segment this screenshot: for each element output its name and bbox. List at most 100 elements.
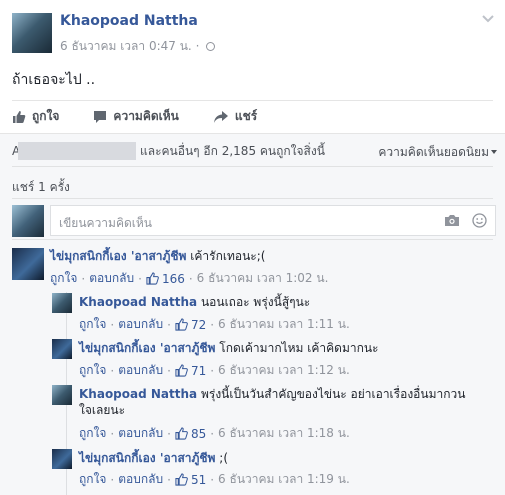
- comment-meta: ถูกใจ · ตอบกลับ · 71 · 6 ธันวาคม เวลา 1:…: [79, 361, 350, 380]
- post-author-name[interactable]: Khaopoad Nattha: [60, 13, 198, 29]
- post-action-bar: ถูกใจ ความคิดเห็น แชร์: [12, 100, 493, 132]
- comment-like-link[interactable]: ถูกใจ: [79, 315, 106, 334]
- comment-reply-link[interactable]: ตอบกลับ: [118, 361, 163, 380]
- like-label: ถูกใจ: [32, 109, 60, 123]
- comment-time[interactable]: 6 ธันวาคม เวลา 1:19 น.: [218, 470, 350, 489]
- comment-reply: ไข่มุกสนิกกี้เอง 'อาสาภู้ชีพ โกดเค้ามากไ…: [79, 340, 489, 356]
- comment-meta: ถูกใจ · ตอบกลับ · 85 · 6 ธันวาคม เวลา 1:…: [79, 424, 350, 443]
- comment-like-count[interactable]: 71: [191, 364, 206, 378]
- post-meta: 6 ธันวาคม เวลา 0:47 น. ·: [60, 37, 216, 56]
- emoji-icon[interactable]: [472, 213, 487, 228]
- comment-reply-link[interactable]: ตอบกลับ: [118, 424, 163, 443]
- comment-author[interactable]: Khaopoad Nattha: [79, 295, 197, 309]
- comment-reply-link[interactable]: ตอบกลับ: [118, 470, 163, 489]
- commenter-avatar[interactable]: [52, 339, 72, 359]
- divider: [12, 239, 493, 240]
- comment-author[interactable]: ไข่มุกสนิกกี้เอง 'อาสาภู้ชีพ: [79, 341, 215, 355]
- comment-like-count[interactable]: 72: [191, 318, 206, 332]
- comment-text: ;(: [219, 451, 229, 465]
- comment-author[interactable]: ไข่มุกสนิกกี้เอง 'อาสาภู้ชีพ: [79, 451, 215, 465]
- comment-reply-link[interactable]: ตอบกลับ: [89, 269, 134, 288]
- meta-dot: ·: [81, 271, 86, 286]
- feedback-section: A และคนอื่นๆ อีก 2,185 คนถูกใจสิ่งนี้ คว…: [0, 133, 505, 495]
- comment-like-link[interactable]: ถูกใจ: [79, 470, 106, 489]
- meta-dot: ·: [167, 317, 171, 332]
- meta-dot: ·: [110, 472, 115, 487]
- share-label: แชร์: [234, 109, 258, 123]
- commenter-avatar[interactable]: [52, 449, 72, 469]
- meta-separator: ·: [195, 39, 200, 53]
- divider: [12, 166, 493, 167]
- like-count-thumb-icon: [175, 427, 188, 440]
- comment-icon: [94, 110, 107, 123]
- sort-label: ความคิดเห็นยอดนิยม: [378, 145, 489, 159]
- meta-dot: ·: [188, 271, 193, 286]
- post-body-text: ถ้าเธอจะไป ..: [12, 72, 96, 88]
- caret-down-icon: [491, 150, 497, 154]
- comment-text: นอนเถอะ พรุ่งนี้สู้ๆนะ: [200, 295, 311, 309]
- meta-dot: ·: [167, 426, 171, 441]
- comment-text: เค้ารักเทอนะ;(: [190, 249, 266, 263]
- thumbs-up-icon: [13, 110, 26, 123]
- comment-text: โกดเค้ามากไหม เค้าคิดมากนะ: [219, 341, 379, 355]
- shares-count[interactable]: แชร์ 1 ครั้ง: [12, 178, 70, 197]
- meta-dot: ·: [167, 472, 171, 487]
- post-timestamp[interactable]: 6 ธันวาคม เวลา 0:47 น.: [60, 39, 192, 53]
- share-arrow-icon: [213, 110, 228, 123]
- commenter-avatar[interactable]: [52, 293, 72, 313]
- comment-button[interactable]: ความคิดเห็น: [93, 107, 179, 126]
- comment-label: ความคิดเห็น: [113, 109, 179, 123]
- comment-author[interactable]: ไข่มุกสนิกกี้เอง 'อาสาภู้ชีพ: [50, 249, 186, 263]
- like-count-thumb-icon: [175, 473, 188, 486]
- meta-dot: ·: [110, 426, 115, 441]
- share-button[interactable]: แชร์: [213, 107, 257, 126]
- meta-dot: ·: [110, 317, 115, 332]
- like-count-thumb-icon: [146, 272, 159, 285]
- comment-like-count[interactable]: 51: [191, 473, 206, 487]
- globe-icon[interactable]: [206, 42, 216, 51]
- comment-reply: ไข่มุกสนิกกี้เอง 'อาสาภู้ชีพ ;(: [79, 450, 489, 466]
- comment-reply: Khaopoad Nattha นอนเถอะ พรุ่งนี้สู้ๆนะ: [79, 294, 489, 310]
- comment-time[interactable]: 6 ธันวาคม เวลา 1:02 น.: [197, 269, 329, 288]
- chevron-down-icon[interactable]: [481, 14, 495, 24]
- meta-dot: ·: [210, 363, 215, 378]
- commenter-avatar[interactable]: [12, 248, 44, 280]
- comment-reply: Khaopoad Nattha พรุ่งนี้เป็นวันสำคัญของไ…: [79, 386, 474, 418]
- comment-placeholder: เขียนความคิดเห็น: [59, 216, 152, 230]
- comment-like-count[interactable]: 166: [162, 272, 185, 286]
- comment-input[interactable]: เขียนความคิดเห็น: [50, 205, 496, 236]
- viewer-avatar: [12, 205, 44, 237]
- meta-dot: ·: [167, 363, 171, 378]
- likes-count-text[interactable]: และคนอื่นๆ อีก 2,185 คนถูกใจสิ่งนี้: [140, 142, 325, 161]
- comment-author[interactable]: Khaopoad Nattha: [79, 387, 197, 401]
- like-count-thumb-icon: [175, 318, 188, 331]
- comment: ไข่มุกสนิกกี้เอง 'อาสาภู้ชีพ เค้ารักเทอน…: [50, 248, 490, 264]
- like-count-thumb-icon: [175, 364, 188, 377]
- comment-like-link[interactable]: ถูกใจ: [79, 361, 106, 380]
- camera-icon[interactable]: [444, 214, 460, 227]
- likes-summary[interactable]: A และคนอื่นๆ อีก 2,185 คนถูกใจสิ่งนี้ คว…: [12, 141, 497, 161]
- meta-dot: ·: [210, 426, 215, 441]
- comment-like-link[interactable]: ถูกใจ: [79, 424, 106, 443]
- comment-reply-link[interactable]: ตอบกลับ: [118, 315, 163, 334]
- commenter-avatar[interactable]: [52, 385, 72, 405]
- comment-meta: ถูกใจ · ตอบกลับ · 51 · 6 ธันวาคม เวลา 1:…: [79, 470, 350, 489]
- meta-dot: ·: [210, 317, 215, 332]
- comment-time[interactable]: 6 ธันวาคม เวลา 1:18 น.: [218, 424, 350, 443]
- meta-dot: ·: [138, 271, 142, 286]
- meta-dot: ·: [110, 363, 115, 378]
- meta-dot: ·: [210, 472, 215, 487]
- author-avatar[interactable]: [12, 13, 52, 53]
- comment-meta: ถูกใจ · ตอบกลับ · 166 · 6 ธันวาคม เวลา 1…: [50, 269, 328, 288]
- redacted-name: [18, 142, 136, 160]
- comment-sort-dropdown[interactable]: ความคิดเห็นยอดนิยม: [378, 143, 497, 162]
- composer-icons: [432, 213, 487, 228]
- comment-like-link[interactable]: ถูกใจ: [50, 269, 77, 288]
- like-button[interactable]: ถูกใจ: [12, 107, 59, 126]
- divider: [12, 198, 493, 199]
- comment-time[interactable]: 6 ธันวาคม เวลา 1:11 น.: [218, 315, 350, 334]
- comment-time[interactable]: 6 ธันวาคม เวลา 1:12 น.: [218, 361, 350, 380]
- facebook-post: Khaopoad Nattha 6 ธันวาคม เวลา 0:47 น. ·…: [0, 0, 505, 495]
- comment-meta: ถูกใจ · ตอบกลับ · 72 · 6 ธันวาคม เวลา 1:…: [79, 315, 350, 334]
- comment-like-count[interactable]: 85: [191, 427, 206, 441]
